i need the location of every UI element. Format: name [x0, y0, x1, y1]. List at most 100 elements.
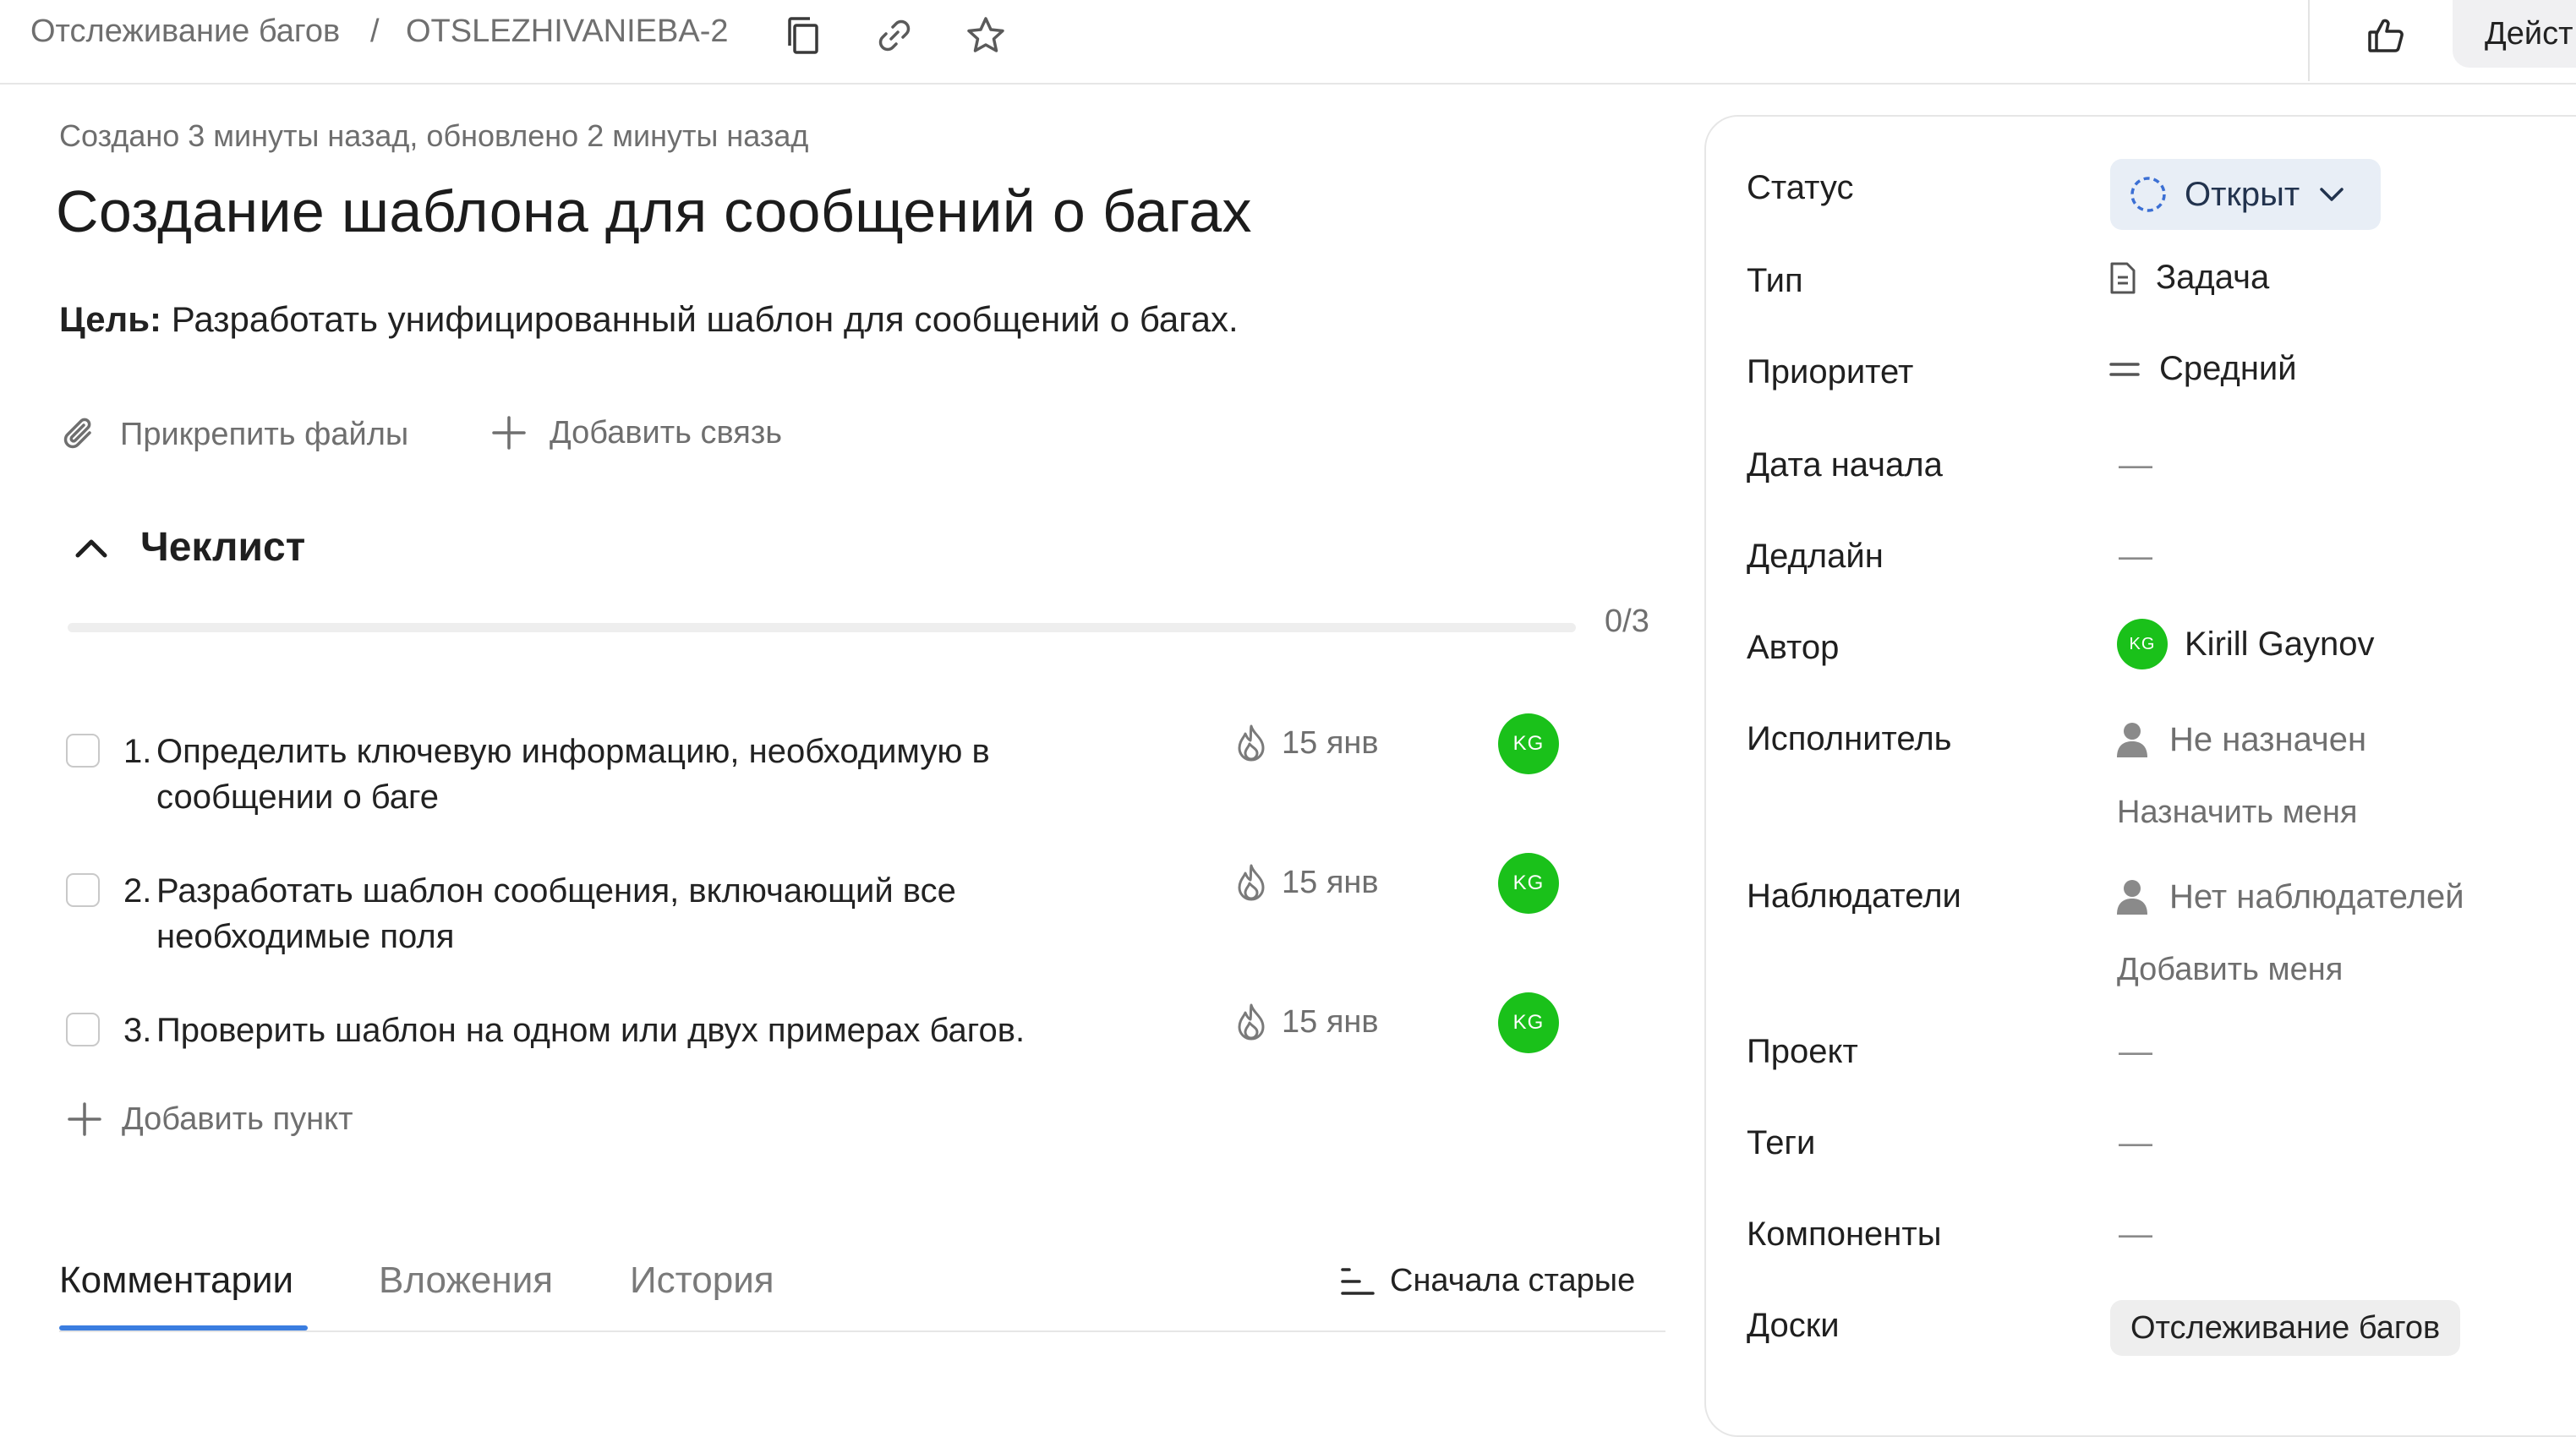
checklist-item: 1. Определить ключевую информацию, необхо…	[66, 713, 1672, 839]
item-line: необходимые поля	[156, 918, 455, 955]
checklist-title: Чеклист	[140, 525, 306, 570]
field-value-priority[interactable]: Средний	[2108, 350, 2297, 388]
status-dropdown[interactable]: Открыт	[2110, 159, 2381, 230]
checklist-item: 2. Разработать шаблон сообщения, включающ…	[66, 853, 1672, 978]
plus-icon	[68, 1102, 101, 1136]
item-line: Определить ключевую информацию, необходи…	[156, 733, 990, 770]
board-chip[interactable]: Отслеживание багов	[2110, 1300, 2461, 1356]
item-date: 15 янв	[1282, 864, 1379, 900]
field-label-deadline: Дедлайн	[1747, 538, 1884, 575]
chevron-up-icon	[75, 539, 107, 557]
top-bar	[0, 0, 2576, 85]
item-line: Проверить шаблон на одном или двух приме…	[156, 1012, 1025, 1049]
tab-history[interactable]: История	[630, 1259, 774, 1302]
avatar[interactable]: KG	[1498, 713, 1559, 774]
field-label-tags: Теги	[1747, 1124, 1816, 1161]
thumbs-up-icon[interactable]	[2360, 10, 2411, 61]
document-icon	[2110, 262, 2136, 293]
field-label-start-date: Дата начала	[1747, 446, 1943, 484]
type-value: Задача	[2156, 259, 2270, 296]
checklist-toggle[interactable]: Чеклист	[73, 524, 305, 571]
item-deadline[interactable]: 15 янв	[1234, 863, 1379, 902]
field-value-assignee[interactable]: Не назначен	[2114, 720, 2366, 759]
item-number: 1.	[123, 733, 152, 770]
issue-meta: Создано 3 минуты назад, обновлено 2 мину…	[59, 118, 809, 153]
goal-label: Цель:	[59, 299, 162, 339]
field-label-type: Тип	[1747, 262, 1803, 299]
followers-value: Нет наблюдателей	[2169, 877, 2464, 915]
checklist-checkbox[interactable]	[66, 1013, 100, 1046]
star-icon[interactable]	[960, 10, 1011, 61]
user-icon	[2117, 880, 2147, 915]
issue-description[interactable]: Цель: Разработать унифицированный шаблон…	[59, 299, 1239, 340]
actions-button[interactable]: Дейст	[2453, 0, 2576, 68]
item-number: 3.	[123, 1012, 152, 1049]
flame-icon	[1238, 1003, 1265, 1041]
field-label-status: Статус	[1747, 169, 1854, 206]
breadcrumb-project[interactable]: Отслеживание багов	[30, 14, 340, 50]
checklist-progress-count: 0/3	[1605, 604, 1649, 639]
header-divider	[2308, 0, 2310, 81]
add-me-link[interactable]: Добавить меня	[2117, 952, 2343, 988]
item-deadline[interactable]: 15 янв	[1234, 1003, 1379, 1041]
chevron-down-icon	[2320, 188, 2344, 201]
copy-icon[interactable]	[778, 10, 829, 61]
flame-icon	[1238, 864, 1265, 901]
checklist-item-text[interactable]: 1. Определить ключевую информацию, необхо…	[123, 729, 1087, 820]
assign-me-link[interactable]: Назначить меня	[2117, 795, 2357, 831]
link-icon[interactable]	[869, 10, 920, 61]
breadcrumb-issue-key[interactable]: OTSLEZHIVANIEBA-2	[406, 14, 729, 50]
field-value-start-date[interactable]: —	[2119, 446, 2152, 484]
item-date: 15 янв	[1282, 1003, 1379, 1040]
avatar[interactable]: KG	[1498, 992, 1559, 1053]
item-deadline[interactable]: 15 янв	[1234, 724, 1379, 762]
tab-comments[interactable]: Комментарии	[59, 1259, 293, 1302]
checklist-progress-track	[68, 623, 1576, 632]
checklist-checkbox[interactable]	[66, 873, 100, 907]
field-value-followers[interactable]: Нет наблюдателей	[2114, 877, 2464, 916]
breadcrumb-separator: /	[370, 14, 380, 49]
tabs-divider	[59, 1330, 1665, 1332]
attach-files-button[interactable]: Прикрепить файлы	[61, 414, 408, 455]
field-value-deadline[interactable]: —	[2119, 538, 2152, 576]
add-link-label: Добавить связь	[550, 414, 783, 451]
author-name: Kirill Gaynov	[2185, 625, 2375, 663]
plus-icon	[492, 416, 526, 450]
checklist-item-text[interactable]: 2. Разработать шаблон сообщения, включающ…	[123, 868, 1087, 959]
field-label-boards: Доски	[1747, 1307, 1840, 1344]
sort-label: Сначала старые	[1390, 1263, 1636, 1298]
tab-attachments[interactable]: Вложения	[379, 1259, 553, 1302]
status-value: Открыт	[2185, 175, 2300, 213]
checklist-checkbox[interactable]	[66, 734, 100, 768]
flame-icon	[1238, 724, 1265, 762]
field-value-project[interactable]: —	[2119, 1033, 2152, 1071]
issue-title[interactable]: Создание шаблона для сообщений о багах	[56, 178, 1252, 245]
field-label-components: Компоненты	[1747, 1216, 1942, 1253]
paperclip-icon	[63, 418, 91, 449]
sort-icon	[1341, 1267, 1375, 1295]
checklist-item-text[interactable]: 3. Проверить шаблон на одном или двух при…	[123, 1008, 1087, 1053]
field-label-followers: Наблюдатели	[1747, 877, 1961, 915]
field-label-project: Проект	[1747, 1033, 1858, 1070]
item-line: сообщении о баге	[156, 779, 440, 816]
user-icon	[2117, 723, 2147, 757]
field-value-components[interactable]: —	[2119, 1216, 2152, 1254]
assignee-value: Не назначен	[2169, 720, 2367, 758]
field-value-author[interactable]: KG Kirill Gaynov	[2117, 619, 2375, 669]
field-value-type[interactable]: Задача	[2108, 259, 2269, 297]
add-link-button[interactable]: Добавить связь	[490, 414, 782, 451]
avatar[interactable]: KG	[1498, 853, 1559, 914]
status-open-icon	[2130, 177, 2166, 212]
item-number: 2.	[123, 872, 152, 910]
active-tab-indicator	[59, 1325, 308, 1330]
item-date: 15 янв	[1282, 724, 1379, 761]
item-line: Разработать шаблон сообщения, включающий…	[156, 872, 956, 910]
attach-files-label: Прикрепить файлы	[120, 416, 409, 452]
field-value-tags[interactable]: —	[2119, 1124, 2152, 1162]
sort-order-button[interactable]: Сначала старые	[1339, 1263, 1635, 1299]
add-checklist-item-button[interactable]: Добавить пункт	[66, 1101, 353, 1138]
priority-value: Средний	[2159, 350, 2297, 387]
field-label-priority: Приоритет	[1747, 353, 1914, 391]
goal-text: Разработать унифицированный шаблон для с…	[171, 299, 1239, 339]
field-label-author: Автор	[1747, 629, 1840, 666]
